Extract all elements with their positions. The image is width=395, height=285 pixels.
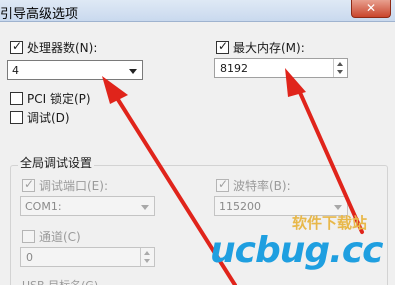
title-bar: 引导高级选项 ✕ xyxy=(0,0,395,22)
watermark-logo: ucbug.cc xyxy=(210,230,383,271)
spin-up-icon xyxy=(144,251,150,255)
max-memory-input[interactable]: 8192 xyxy=(214,58,348,78)
debug-label: 调试(D) xyxy=(27,111,70,125)
usb-target-label: USB 目标名(G) xyxy=(22,277,98,285)
processor-count-checkbox[interactable] xyxy=(10,39,23,54)
debug-port-value: COM1: xyxy=(25,200,62,213)
window-title: 引导高级选项 xyxy=(0,7,79,22)
chevron-down-icon xyxy=(129,69,137,74)
max-memory-value: 8192 xyxy=(220,62,248,75)
global-debug-title: 全局调试设置 xyxy=(18,154,95,171)
pci-lock-checkbox[interactable] xyxy=(10,92,23,105)
chevron-down-icon xyxy=(141,205,149,210)
chevron-down-icon xyxy=(334,205,342,210)
debug-port-label: 调试端口(E): xyxy=(39,179,108,193)
processor-count-value: 4 xyxy=(12,64,19,77)
max-memory-checkbox[interactable] xyxy=(216,39,229,54)
channel-spinner[interactable] xyxy=(140,248,154,266)
channel-input[interactable]: 0 xyxy=(20,247,155,267)
baud-rate-label: 波特率(B): xyxy=(233,179,291,193)
channel-checkbox[interactable] xyxy=(22,230,35,243)
debug-port-checkbox[interactable] xyxy=(22,177,35,192)
processor-count-select[interactable]: 4 xyxy=(7,60,143,80)
spin-down-icon xyxy=(337,70,343,74)
channel-label: 通道(C) xyxy=(39,230,81,244)
debug-port-select[interactable]: COM1: xyxy=(20,196,155,216)
spin-down-icon xyxy=(144,259,150,263)
max-memory-label: 最大内存(M): xyxy=(233,41,305,55)
processor-count-label: 处理器数(N): xyxy=(27,41,98,55)
debug-checkbox[interactable] xyxy=(10,111,23,124)
spin-up-icon xyxy=(337,62,343,66)
watermark: 软件下载站 ucbug.cc xyxy=(210,212,395,285)
baud-rate-checkbox[interactable] xyxy=(216,177,229,192)
close-button[interactable]: ✕ xyxy=(351,0,391,18)
close-icon: ✕ xyxy=(365,1,377,15)
channel-value: 0 xyxy=(26,251,33,264)
pci-lock-label: PCI 锁定(P) xyxy=(27,92,91,106)
max-memory-spinner[interactable] xyxy=(333,59,347,77)
